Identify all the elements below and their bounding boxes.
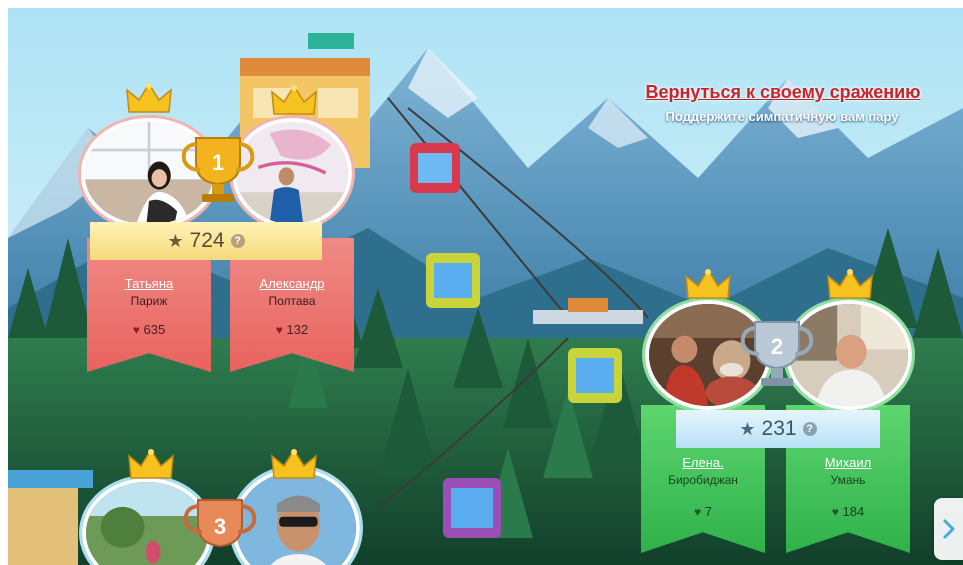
chevron-right-icon (943, 519, 954, 539)
participant-likes: ♥ 7 (641, 504, 765, 519)
participant-city: Биробиджан (668, 473, 738, 487)
back-to-battle-link[interactable]: Вернуться к своему сражению (642, 82, 924, 103)
participant-name-link[interactable]: Александр (230, 276, 354, 291)
likes-count: 7 (704, 504, 712, 519)
participant-card: Елена. Биробиджан ♥ 7 (641, 405, 765, 553)
likes-count: 184 (842, 504, 865, 519)
heart-icon: ♥ (132, 323, 140, 337)
next-page-button[interactable] (934, 498, 963, 560)
support-pair-subtitle: Поддержите симпатичную вам пару (665, 109, 899, 124)
participant-likes: ♥ 635 (87, 322, 211, 337)
likes-count: 132 (286, 322, 309, 337)
info-icon[interactable]: ? (802, 422, 817, 436)
participant-likes: ♥ 184 (786, 504, 910, 519)
participant-name-link[interactable]: Михаил (786, 455, 910, 470)
info-icon[interactable]: ? (230, 234, 245, 248)
participant-name-link[interactable]: Татьяна (87, 276, 211, 291)
participant-city: Париж (130, 294, 168, 308)
likes-count: 635 (143, 322, 166, 337)
participant-card: Александр Полтава ♥ 132 (230, 238, 354, 372)
heart-icon: ♥ (694, 505, 702, 519)
heart-icon: ♥ (275, 323, 283, 337)
game-scene: Вернуться к своему сражению Поддержите с… (0, 0, 963, 565)
heart-icon: ♥ (831, 505, 839, 519)
participant-city: Полтава (268, 294, 316, 308)
participant-city: Умань (830, 473, 866, 487)
participant-card: Татьяна Париж ♥ 635 (87, 238, 211, 372)
participant-name-link[interactable]: Елена. (641, 455, 765, 470)
participant-likes: ♥ 132 (230, 322, 354, 337)
